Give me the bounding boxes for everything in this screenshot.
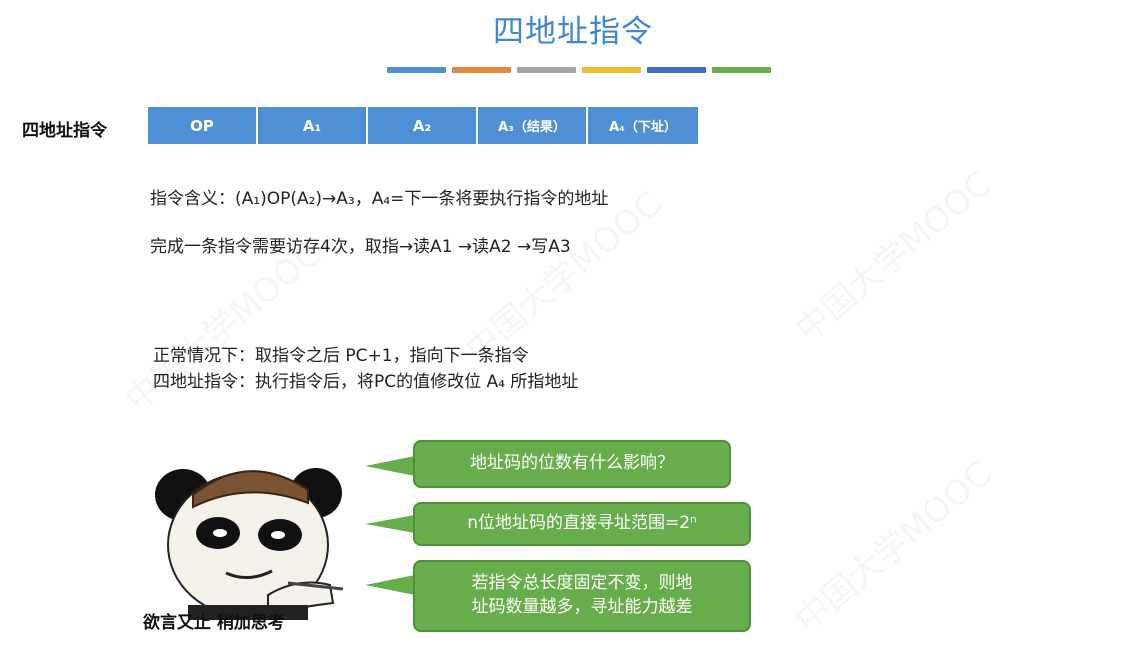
page-title: 四地址指令	[493, 14, 653, 50]
field-a2: A₂	[368, 107, 478, 144]
bubble-tail	[365, 456, 415, 476]
field-op: OP	[148, 107, 258, 144]
field-a4: A₄（下址）	[588, 107, 698, 144]
panda-meme-image	[155, 468, 344, 620]
color-segment	[387, 67, 446, 73]
speech-bubble-question: 地址码的位数有什么影响？	[413, 440, 731, 488]
meme-caption: 欲言又止 稍加思考	[143, 613, 285, 633]
tradeoff-line-2: 址码数量越多，寻址能力越差	[471, 597, 693, 617]
color-segment	[582, 67, 641, 73]
field-a1: A₁	[258, 107, 368, 144]
bubble-tail	[365, 575, 415, 595]
format-label: 四地址指令	[22, 121, 107, 141]
field-a3: A₃（结果）	[478, 107, 588, 144]
color-segment	[647, 67, 706, 73]
color-segment	[452, 67, 511, 73]
four-address-note: 四地址指令：执行指令后，将PC的值修改位 A₄ 所指地址	[153, 372, 579, 392]
speech-bubble-tradeoff: 若指令总长度固定不变，则地 址码数量越多，寻址能力越差	[413, 560, 751, 632]
instruction-meaning: 指令含义：(A₁)OP(A₂)→A₃，A₄=下一条将要执行指令的地址	[150, 189, 609, 209]
watermark: 中国大学MOOC	[787, 453, 1000, 641]
tradeoff-line-1: 若指令总长度固定不变，则地	[471, 573, 693, 594]
speech-bubble-range: n位地址码的直接寻址范围=2ⁿ	[413, 502, 751, 546]
title-color-bar	[387, 67, 771, 73]
watermark: 中国大学MOOC	[787, 163, 1000, 351]
instruction-format: OP A₁ A₂ A₃（结果） A₄（下址）	[148, 107, 698, 144]
bubble-tail	[365, 515, 415, 533]
normal-case-note: 正常情况下：取指令之后 PC+1，指向下一条指令	[153, 346, 529, 366]
memory-access-note: 完成一条指令需要访存4次，取指→读A1 →读A2 →写A3	[150, 237, 571, 257]
color-segment	[517, 67, 576, 73]
color-segment	[712, 67, 771, 73]
